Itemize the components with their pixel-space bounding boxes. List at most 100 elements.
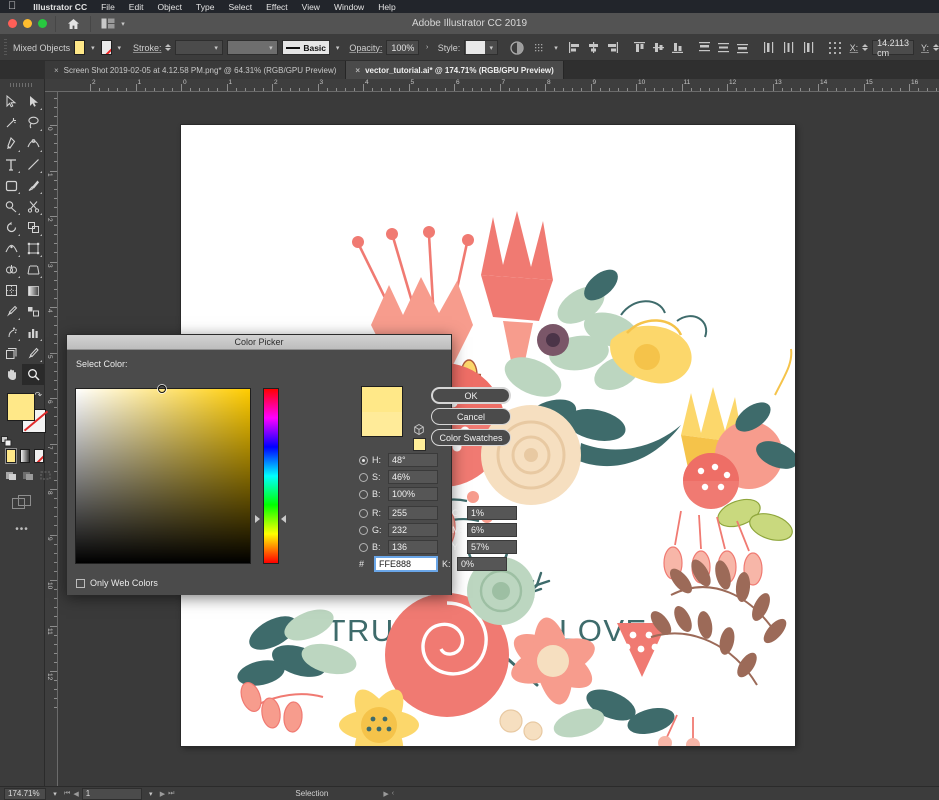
horizontal-ruler[interactable]: 21012345678910111213141516 [45, 79, 939, 92]
zoom-level-field[interactable]: 174.71% [4, 788, 46, 800]
mesh-tool[interactable] [0, 280, 22, 301]
pen-tool[interactable] [0, 133, 22, 154]
screen-mode-icon[interactable] [12, 494, 32, 510]
align-middle-icon[interactable] [650, 39, 667, 56]
menu-object[interactable]: Object [150, 2, 189, 12]
align-left-icon[interactable] [566, 39, 583, 56]
draw-inside-icon[interactable] [39, 469, 52, 482]
vertical-ruler[interactable]: 10123456789101112 [45, 92, 58, 786]
apple-menu-icon[interactable]:  [8, 1, 16, 12]
transform-chevron-down-icon[interactable]: ▾ [552, 40, 559, 55]
hex-input[interactable]: FFE888 [375, 557, 437, 571]
lasso-tool[interactable] [22, 112, 44, 133]
hue-slider-handle-right-icon[interactable] [281, 515, 286, 523]
only-web-colors-row[interactable]: Only Web Colors [76, 578, 158, 588]
gradient-fill-icon[interactable] [20, 449, 30, 463]
draw-behind-icon[interactable] [22, 469, 35, 482]
distribute-top-icon[interactable] [696, 39, 713, 56]
zoom-tool[interactable] [22, 364, 44, 385]
direct-selection-tool[interactable] [22, 91, 44, 112]
red-radio[interactable] [359, 509, 368, 518]
transform-grid-icon[interactable] [534, 39, 548, 56]
saturation-radio[interactable] [359, 473, 368, 482]
style-chevron-down-icon[interactable]: ▾ [485, 40, 497, 55]
default-fill-stroke-icon[interactable] [1, 434, 12, 445]
only-web-colors-checkbox[interactable] [76, 579, 85, 588]
none-fill-icon[interactable] [34, 449, 44, 463]
more-options-icon[interactable]: ••• [0, 524, 44, 535]
blue-radio[interactable] [359, 543, 368, 552]
zoom-chevron-down-icon[interactable]: ▾ [49, 786, 61, 800]
close-icon[interactable]: × [54, 66, 59, 75]
arrange-documents-chevron-icon[interactable]: ▾ [117, 16, 129, 31]
distribute-left-icon[interactable] [761, 39, 778, 56]
rectangle-tool[interactable] [0, 175, 22, 196]
ok-button[interactable]: OK [431, 387, 511, 404]
slice-tool[interactable] [22, 343, 44, 364]
eyedropper-tool[interactable] [0, 301, 22, 322]
hue-slider-handle-left-icon[interactable] [255, 515, 260, 523]
shape-builder-tool[interactable] [0, 259, 22, 280]
stroke-profile-chevron-down-icon[interactable]: ▾ [265, 40, 277, 55]
menu-illustrator-cc[interactable]: Illustrator CC [26, 2, 94, 12]
close-icon[interactable]: × [355, 66, 360, 75]
close-window-button[interactable] [8, 19, 17, 28]
zoom-window-button[interactable] [38, 19, 47, 28]
red-input[interactable]: 255 [388, 506, 438, 520]
distribute-bottom-icon[interactable] [734, 39, 751, 56]
artboard-nav-next[interactable]: ▶ [160, 790, 165, 798]
selection-tool[interactable] [0, 91, 22, 112]
align-center-horizontal-icon[interactable] [585, 39, 602, 56]
green-input[interactable]: 232 [388, 523, 438, 537]
shaper-tool[interactable] [0, 196, 22, 217]
menu-effect[interactable]: Effect [259, 2, 295, 12]
symbol-sprayer-tool[interactable] [0, 322, 22, 343]
graphic-style-combo[interactable]: ▾ [464, 40, 498, 55]
scissors-tool[interactable] [22, 196, 44, 217]
distribute-right-icon[interactable] [799, 39, 816, 56]
new-color-preview[interactable] [362, 387, 402, 412]
window-controls[interactable] [0, 19, 47, 28]
arrange-documents-icon[interactable] [99, 15, 117, 33]
hand-tool[interactable] [0, 364, 22, 385]
type-tool[interactable] [0, 154, 22, 175]
stroke-weight-stepper[interactable] [165, 40, 171, 55]
green-radio[interactable] [359, 526, 368, 535]
align-right-icon[interactable] [604, 39, 621, 56]
free-transform-tool[interactable] [22, 238, 44, 259]
document-tab-vector-tutorial[interactable]: × vector_tutorial.ai* @ 174.71% (RGB/GPU… [346, 61, 563, 79]
menu-type[interactable]: Type [189, 2, 221, 12]
out-of-web-gamut-icon[interactable] [414, 422, 424, 433]
current-color-preview[interactable] [362, 412, 402, 437]
menu-help[interactable]: Help [371, 2, 402, 12]
line-segment-tool[interactable] [22, 154, 44, 175]
status-menu-icon[interactable]: ▶ [383, 790, 388, 798]
artboard-number-field[interactable]: 1 [82, 788, 142, 800]
x-coordinate-field[interactable]: 14.2113 cm [872, 40, 914, 55]
status-resize-icon[interactable]: ‹ [392, 790, 394, 797]
artboard-tool[interactable] [0, 343, 22, 364]
stroke-weight-chevron-down-icon[interactable]: ▾ [210, 40, 222, 55]
width-tool[interactable] [0, 238, 22, 259]
fill-chevron-down-icon[interactable]: ▾ [89, 40, 96, 55]
blend-tool[interactable] [22, 301, 44, 322]
yellow-input[interactable]: 57% [467, 540, 517, 554]
cyan-input[interactable]: 1% [467, 506, 517, 520]
hue-radio[interactable] [359, 456, 368, 465]
distribute-center-h-icon[interactable] [780, 39, 797, 56]
brightness-radio[interactable] [359, 490, 368, 499]
gradient-tool[interactable] [22, 280, 44, 301]
menu-view[interactable]: View [295, 2, 327, 12]
swap-fill-stroke-icon[interactable]: ↷ [34, 390, 42, 401]
artboard-nav-last[interactable]: ⏭ [168, 790, 174, 798]
menu-select[interactable]: Select [221, 2, 259, 12]
hue-input[interactable]: 48° [388, 453, 438, 467]
home-icon[interactable] [64, 15, 82, 33]
stroke-weight-combo[interactable]: ▾ [175, 40, 223, 55]
brush-definition-preview[interactable]: Basic [282, 40, 330, 55]
document-tab-screenshot[interactable]: × Screen Shot 2019-02-05 at 4.12.58 PM.p… [45, 61, 346, 79]
column-graph-tool[interactable] [22, 322, 44, 343]
blue-input[interactable]: 136 [388, 540, 438, 554]
rotate-tool[interactable] [0, 217, 22, 238]
draw-normal-icon[interactable] [5, 469, 18, 482]
